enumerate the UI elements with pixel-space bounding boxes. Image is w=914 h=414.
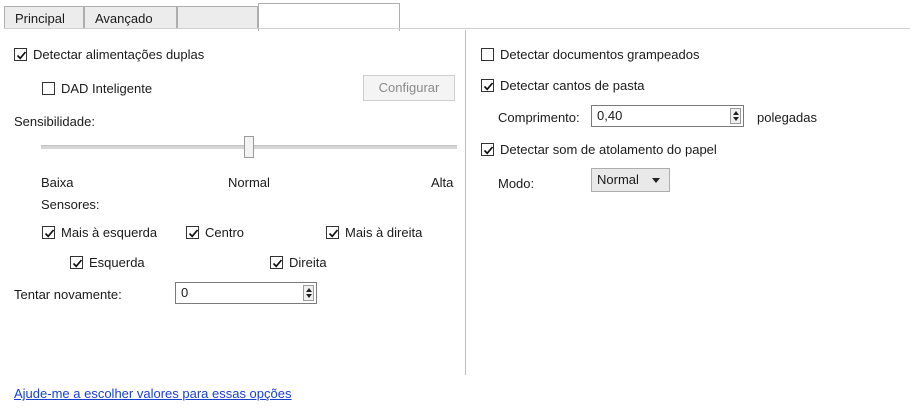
tab-active[interactable]	[258, 3, 400, 31]
sensitivity-slider-thumb[interactable]	[244, 136, 254, 158]
stapled-label: Detectar documentos grampeados	[500, 47, 700, 62]
check-mark-icon	[328, 229, 339, 238]
sensor-left-label: Esquerda	[89, 255, 145, 270]
sensitivity-low-label: Baixa	[41, 175, 74, 190]
tab-baseline	[4, 28, 910, 29]
tab-principal[interactable]: Principal	[4, 6, 84, 29]
tab-avancado[interactable]: Avançado	[84, 6, 177, 29]
retry-value: 0	[181, 285, 189, 300]
sensor-center-label: Centro	[205, 225, 245, 240]
arrow-up-icon[interactable]	[733, 111, 739, 115]
tab-label: Avançado	[95, 11, 153, 26]
double-feed-label: Detectar alimentações duplas	[33, 47, 205, 62]
help-link[interactable]: Ajude-me a escolher valores para essas o…	[14, 386, 291, 401]
retry-spinner[interactable]: 0	[175, 282, 317, 304]
arrow-down-icon[interactable]	[306, 294, 312, 298]
jam-sound-checkbox[interactable]	[481, 143, 494, 156]
arrow-down-icon[interactable]	[733, 117, 739, 121]
check-mark-icon	[483, 82, 494, 91]
mode-value: Normal	[597, 172, 639, 187]
chevron-down-icon	[652, 178, 660, 183]
check-mark-icon	[72, 259, 83, 268]
double-feed-checkbox[interactable]	[14, 48, 27, 61]
folded-corners-label: Detectar cantos de pasta	[500, 78, 645, 93]
dad-label: DAD Inteligente	[61, 81, 153, 96]
dad-checkbox[interactable]	[42, 82, 55, 95]
sensor-left-most-checkbox[interactable]	[42, 226, 55, 239]
sensitivity-mid-label: Normal	[228, 175, 270, 190]
sensor-right-most-checkbox[interactable]	[326, 226, 339, 239]
mode-select[interactable]: Normal	[591, 168, 670, 192]
tab-label: Principal	[15, 11, 65, 26]
retry-label: Tentar novamente:	[14, 287, 122, 302]
length-label: Comprimento:	[498, 110, 580, 125]
sensor-right-checkbox[interactable]	[270, 256, 283, 269]
check-mark-icon	[44, 229, 55, 238]
sensor-right-most-label: Mais à direita	[345, 225, 423, 240]
arrow-up-icon[interactable]	[306, 288, 312, 292]
sensor-center-checkbox[interactable]	[186, 226, 199, 239]
jam-sound-label: Detectar som de atolamento do papel	[500, 142, 717, 157]
length-spinner[interactable]: 0,40	[591, 105, 744, 127]
tab-empty[interactable]	[177, 6, 258, 29]
spinner-arrows[interactable]	[730, 108, 741, 124]
stapled-checkbox[interactable]	[481, 48, 494, 61]
length-unit: polegadas	[757, 110, 817, 125]
mode-label: Modo:	[498, 176, 535, 191]
sensor-left-most-label: Mais à esquerda	[61, 225, 158, 240]
check-mark-icon	[272, 259, 283, 268]
length-value: 0,40	[597, 108, 623, 123]
configure-button[interactable]: Configurar	[363, 75, 455, 101]
sensor-left-checkbox[interactable]	[70, 256, 83, 269]
folded-corners-checkbox[interactable]	[481, 79, 494, 92]
spinner-arrows[interactable]	[303, 285, 314, 301]
sensor-right-label: Direita	[289, 255, 327, 270]
check-mark-icon	[483, 146, 494, 155]
sensors-label: Sensores:	[41, 197, 100, 212]
panel-divider	[465, 30, 466, 375]
check-mark-icon	[188, 229, 199, 238]
check-mark-icon	[16, 51, 27, 60]
sensitivity-high-label: Alta	[431, 175, 454, 190]
sensitivity-label: Sensibilidade:	[14, 114, 95, 129]
